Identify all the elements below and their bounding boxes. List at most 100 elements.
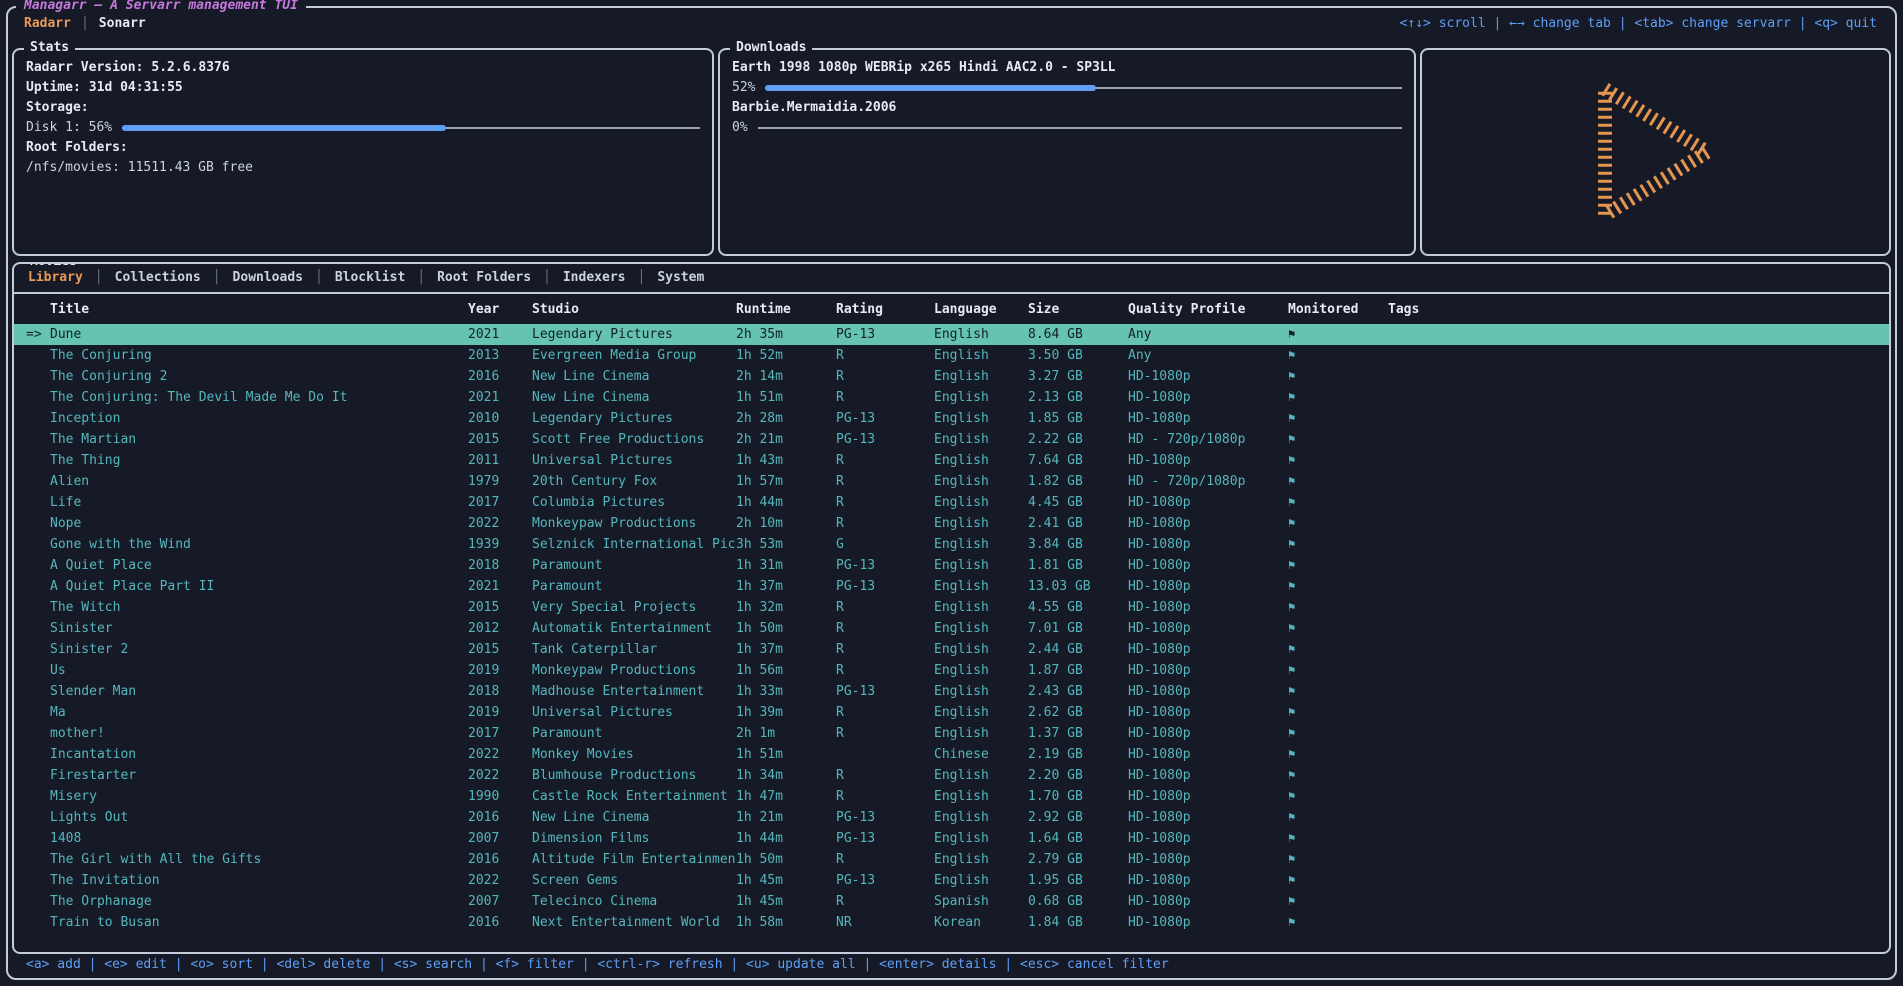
movies-tab-indexers[interactable]: Indexers	[559, 270, 630, 285]
cell-year: 2010	[468, 408, 532, 429]
col-header-tags: Tags	[1388, 296, 1889, 324]
table-row[interactable]: Firestarter2022Blumhouse Productions1h 3…	[14, 765, 1889, 786]
cell-quality-profile: HD-1080p	[1128, 765, 1288, 786]
cell-size: 1.81 GB	[1028, 555, 1128, 576]
table-row[interactable]: The Conjuring 22016New Line Cinema2h 14m…	[14, 366, 1889, 387]
servarr-tab-radarr[interactable]: Radarr	[22, 16, 73, 31]
row-selector: =>	[26, 324, 50, 345]
table-row[interactable]: Us2019Monkeypaw Productions1h 56mREnglis…	[14, 660, 1889, 681]
cell-title: 1408	[50, 828, 468, 849]
table-row[interactable]: Lights Out2016New Line Cinema1h 21mPG-13…	[14, 807, 1889, 828]
col-header-rating: Rating	[836, 296, 934, 324]
cell-size: 2.19 GB	[1028, 744, 1128, 765]
table-row[interactable]: Sinister 22015Tank Caterpillar1h 37mREng…	[14, 639, 1889, 660]
cell-rating: R	[836, 765, 934, 786]
cell-year: 1979	[468, 471, 532, 492]
cell-studio: Paramount	[532, 576, 736, 597]
cell-quality-profile: HD-1080p	[1128, 744, 1288, 765]
cell-year: 2007	[468, 891, 532, 912]
cell-runtime: 1h 45m	[736, 870, 836, 891]
cell-studio: Screen Gems	[532, 870, 736, 891]
table-row[interactable]: 14082007Dimension Films1h 44mPG-13Englis…	[14, 828, 1889, 849]
table-row[interactable]: Nope2022Monkeypaw Productions2h 10mREngl…	[14, 513, 1889, 534]
table-row[interactable]: The Invitation2022Screen Gems1h 45mPG-13…	[14, 870, 1889, 891]
cell-size: 2.62 GB	[1028, 702, 1128, 723]
cell-year: 2015	[468, 639, 532, 660]
table-row[interactable]: Gone with the Wind1939Selznick Internati…	[14, 534, 1889, 555]
cell-rating: PG-13	[836, 429, 934, 450]
keybind-bar: <a> add | <e> edit | <o> sort | <del> de…	[26, 954, 1169, 976]
cell-quality-profile: HD-1080p	[1128, 387, 1288, 408]
table-row[interactable]: Life2017Columbia Pictures1h 44mREnglish4…	[14, 492, 1889, 513]
col-header-title: Title	[50, 296, 468, 324]
table-row[interactable]: The Thing2011Universal Pictures1h 43mREn…	[14, 450, 1889, 471]
row-selector	[26, 765, 50, 786]
table-row[interactable]: A Quiet Place2018Paramount1h 31mPG-13Eng…	[14, 555, 1889, 576]
disk-usage-label: Disk 1: 56%	[26, 118, 112, 138]
table-row[interactable]: =>Dune2021Legendary Pictures2h 35mPG-13E…	[14, 324, 1889, 345]
cell-language: Korean	[934, 912, 1028, 933]
tab-separator: │	[73, 16, 97, 31]
movies-tab-collections[interactable]: Collections	[111, 270, 205, 285]
cell-tags	[1388, 723, 1889, 744]
movies-tab-system[interactable]: System	[653, 270, 708, 285]
cell-year: 2019	[468, 660, 532, 681]
disk-usage-bar	[122, 118, 700, 138]
uptime-label: Uptime:	[26, 80, 81, 95]
cell-tags	[1388, 324, 1889, 345]
cell-tags	[1388, 513, 1889, 534]
movies-tab-library[interactable]: Library	[24, 270, 87, 285]
cell-year: 2016	[468, 807, 532, 828]
table-row[interactable]: Alien197920th Century Fox1h 57mREnglish1…	[14, 471, 1889, 492]
table-row[interactable]: The Girl with All the Gifts2016Altitude …	[14, 849, 1889, 870]
cell-language: English	[934, 681, 1028, 702]
table-row[interactable]: Ma2019Universal Pictures1h 39mREnglish2.…	[14, 702, 1889, 723]
cell-title: The Orphanage	[50, 891, 468, 912]
radarr-version-label: Radarr Version:	[26, 60, 143, 75]
movies-tab-downloads[interactable]: Downloads	[229, 270, 307, 285]
cell-language: English	[934, 849, 1028, 870]
cell-runtime: 1h 39m	[736, 702, 836, 723]
table-row[interactable]: The Martian2015Scott Free Productions2h …	[14, 429, 1889, 450]
cell-title: Slender Man	[50, 681, 468, 702]
table-row[interactable]: Slender Man2018Madhouse Entertainment1h …	[14, 681, 1889, 702]
cell-title: Dune	[50, 324, 468, 345]
table-row[interactable]: The Conjuring: The Devil Made Me Do It20…	[14, 387, 1889, 408]
cell-title: Firestarter	[50, 765, 468, 786]
cell-studio: Universal Pictures	[532, 702, 736, 723]
cell-year: 2016	[468, 912, 532, 933]
cell-rating: PG-13	[836, 408, 934, 429]
table-row[interactable]: The Witch2015Very Special Projects1h 32m…	[14, 597, 1889, 618]
servarr-tab-sonarr[interactable]: Sonarr	[97, 16, 148, 31]
row-selector	[26, 618, 50, 639]
cell-size: 1.70 GB	[1028, 786, 1128, 807]
table-row[interactable]: The Conjuring2013Evergreen Media Group1h…	[14, 345, 1889, 366]
table-row[interactable]: Incantation2022Monkey Movies1h 51mChines…	[14, 744, 1889, 765]
cell-size: 4.55 GB	[1028, 597, 1128, 618]
cell-size: 2.22 GB	[1028, 429, 1128, 450]
table-row[interactable]: The Orphanage2007Telecinco Cinema1h 45mR…	[14, 891, 1889, 912]
cell-language: English	[934, 492, 1028, 513]
movies-table: =>Dune2021Legendary Pictures2h 35mPG-13E…	[14, 324, 1889, 933]
monitored-flag-icon: ⚑	[1288, 576, 1388, 597]
cell-runtime: 2h 28m	[736, 408, 836, 429]
table-row[interactable]: mother!2017Paramount2h 1mREnglish1.37 GB…	[14, 723, 1889, 744]
movies-tab-blocklist[interactable]: Blocklist	[331, 270, 409, 285]
cell-title: Ma	[50, 702, 468, 723]
tab-separator: │	[629, 270, 653, 285]
movies-tab-root-folders[interactable]: Root Folders	[433, 270, 535, 285]
col-header-size: Size	[1028, 296, 1128, 324]
cell-studio: Legendary Pictures	[532, 324, 736, 345]
monitored-flag-icon: ⚑	[1288, 807, 1388, 828]
table-row[interactable]: Sinister2012Automatik Entertainment1h 50…	[14, 618, 1889, 639]
table-row[interactable]: Inception2010Legendary Pictures2h 28mPG-…	[14, 408, 1889, 429]
table-row[interactable]: Train to Busan2016Next Entertainment Wor…	[14, 912, 1889, 933]
row-selector	[26, 912, 50, 933]
cell-tags	[1388, 891, 1889, 912]
cell-quality-profile: HD-1080p	[1128, 366, 1288, 387]
cell-tags	[1388, 429, 1889, 450]
table-row[interactable]: A Quiet Place Part II2021Paramount1h 37m…	[14, 576, 1889, 597]
cell-tags	[1388, 786, 1889, 807]
table-row[interactable]: Misery1990Castle Rock Entertainment1h 47…	[14, 786, 1889, 807]
monitored-flag-icon: ⚑	[1288, 681, 1388, 702]
